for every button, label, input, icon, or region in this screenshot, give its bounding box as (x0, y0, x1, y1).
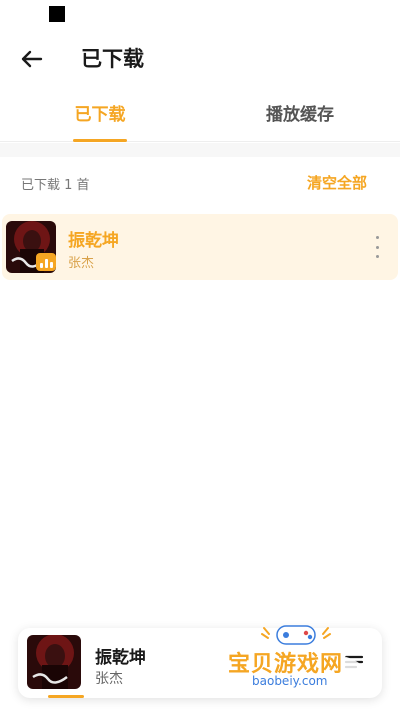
tab-bar: 已下载 播放缓存 (0, 96, 400, 142)
tab-play-cache[interactable]: 播放缓存 (200, 96, 400, 142)
mini-player-artist: 张杰 (95, 671, 123, 687)
tab-active-indicator (73, 139, 127, 142)
status-bar (0, 0, 400, 28)
page-title: 已下载 (81, 47, 144, 71)
tab-downloaded[interactable]: 已下载 (0, 96, 200, 142)
arrow-left-icon (21, 50, 43, 68)
mini-player-progress (48, 695, 84, 698)
more-options-icon[interactable] (372, 236, 382, 258)
song-title: 振乾坤 (68, 231, 119, 251)
mini-player-cover (27, 635, 81, 689)
watermark: 宝贝游戏网 baobeiy.com (222, 620, 372, 696)
song-artist: 张杰 (68, 256, 95, 271)
watermark-url: baobeiy.com (252, 674, 328, 688)
list-header: 已下载 1 首 清空全部 (0, 168, 400, 196)
clear-all-button[interactable]: 清空全部 (307, 172, 367, 193)
mini-player-title: 振乾坤 (95, 648, 146, 668)
status-indicator (49, 6, 65, 22)
back-button[interactable] (18, 45, 46, 73)
list-item[interactable]: 振乾坤 张杰 (2, 214, 398, 280)
app-bar: 已下载 (0, 36, 400, 82)
section-divider (0, 143, 400, 157)
download-count: 已下载 1 首 (21, 178, 90, 193)
album-cover (6, 221, 56, 273)
equalizer-icon (36, 253, 56, 271)
